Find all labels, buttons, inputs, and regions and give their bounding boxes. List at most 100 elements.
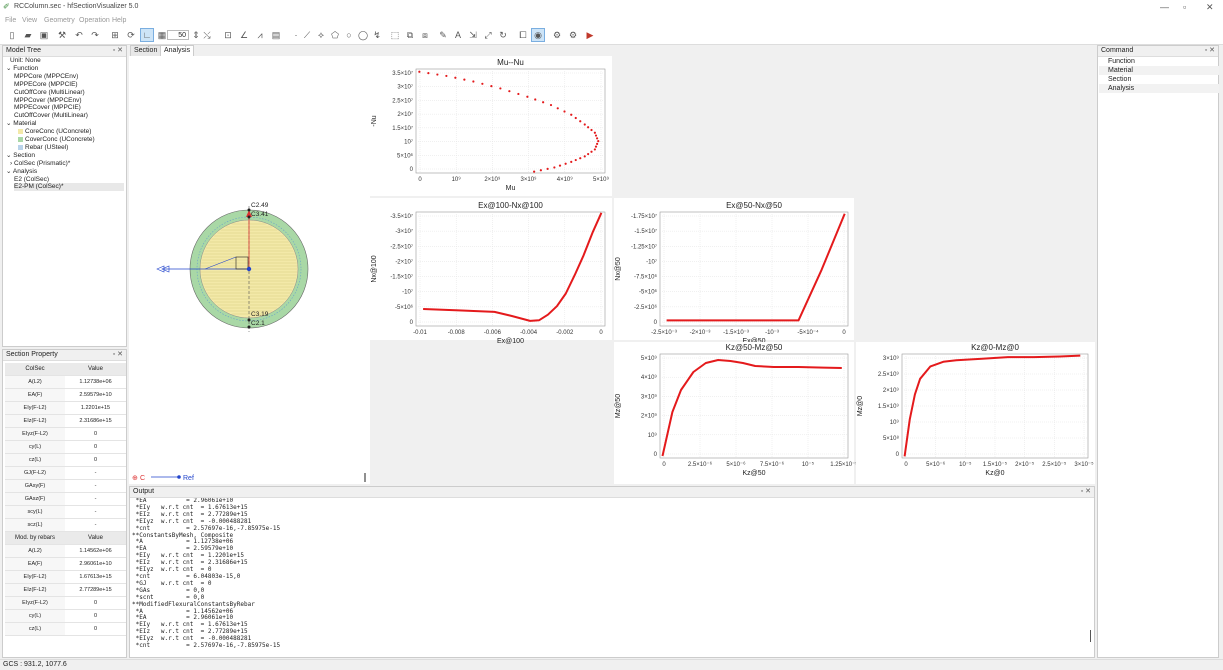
circle-icon[interactable]: ○ (343, 29, 355, 41)
path-icon[interactable]: ⟡ (315, 29, 327, 41)
menu-geometry[interactable]: Geometry (44, 17, 75, 24)
panel-controls-icon[interactable]: ▫ ✕ (1081, 487, 1091, 497)
save-icon[interactable]: ▣ (38, 29, 50, 41)
mirror-icon[interactable]: ⧈ (419, 29, 431, 41)
panel-controls-icon[interactable]: ▫ ✕ (1205, 46, 1215, 56)
property-value[interactable]: - (65, 505, 126, 519)
text-icon[interactable]: A (452, 29, 464, 41)
plot-4[interactable]: 0 5×10⁻⁶ 10⁻⁵ 1.5×10⁻⁵ 2×10⁻⁵ 2.5×10⁻⁵ 3×10⁻⁵0… (856, 342, 1095, 484)
new-file-icon[interactable]: ▯ (6, 29, 18, 41)
command-function[interactable]: Function (1099, 57, 1219, 66)
analysis-settings-icon[interactable]: ⚙ (567, 29, 579, 41)
mesh-icon[interactable]: ◉ (531, 28, 545, 42)
property-value[interactable]: 2.59579e+10 (65, 388, 126, 402)
tree-item[interactable]: E2-PM (ColSec)* (14, 183, 124, 192)
select-icon[interactable]: ⬚ (389, 29, 401, 41)
redo-icon[interactable]: ↷ (89, 29, 101, 41)
menu-file[interactable]: File (5, 17, 16, 24)
property-value[interactable]: 0 (65, 622, 126, 636)
polyline-icon[interactable]: ⩘ (254, 29, 266, 41)
tree-item[interactable]: ⌄ Analysis (6, 168, 37, 176)
plot-3[interactable]: 0 2.5×10⁻⁶ 5×10⁻⁶ 7.5×10⁻⁶ 10⁻⁵ 1.25×10⁻⁵010⁹… (614, 342, 858, 484)
property-value[interactable]: 2.77289e+15 (65, 583, 126, 597)
menu-operation[interactable]: Operation (79, 17, 110, 24)
property-value[interactable]: 1.14562e+06 (65, 544, 126, 558)
copy-icon[interactable]: ⧉ (404, 29, 416, 41)
tree-item[interactable]: CutOffCore (MultiLinear) (14, 89, 85, 97)
edit-icon[interactable]: ✎ (437, 29, 449, 41)
property-value[interactable]: Value (65, 363, 126, 376)
polygon-icon[interactable]: ⬠ (329, 29, 341, 41)
property-value[interactable]: 0 (65, 609, 126, 623)
axis-icon[interactable]: ∟ (140, 28, 154, 42)
property-value[interactable]: - (65, 479, 126, 493)
layers-icon[interactable]: ⧠ (517, 29, 529, 41)
tree-item[interactable]: Unit: None (10, 57, 41, 65)
property-value[interactable]: 1.2201e+15 (65, 401, 126, 415)
tree-item[interactable]: ⌄ Material (6, 120, 36, 128)
ring-icon[interactable]: ◯ (357, 29, 369, 41)
plot-0[interactable]: 0 10⁹ 2×10⁹ 3×10⁹ 4×10⁹ 5×10⁹05×10⁶10⁷1.5×10⁷… (370, 56, 612, 196)
rotate-icon[interactable]: ↻ (497, 29, 509, 41)
panel-controls-icon[interactable]: ▫ ✕ (113, 350, 123, 360)
open-file-icon[interactable]: ▰ (22, 29, 34, 41)
tools-icon[interactable]: ⚒ (56, 29, 68, 41)
plot-1[interactable]: -0.01 -0.008 -0.006 -0.004 -0.002 00-5×10⁶-10… (370, 198, 612, 345)
tree-item[interactable]: › ColSec (Prismatic)* (10, 160, 70, 168)
output-scrollbar[interactable] (1090, 630, 1091, 642)
data-point (590, 128, 593, 132)
property-value[interactable]: 0 (65, 427, 126, 441)
output-log[interactable]: *EA = 2.96061e+10 *EIy w.r.t cnt = 1.676… (132, 498, 1082, 657)
y-tick-label: -5×10⁶ (395, 304, 414, 311)
tree-item[interactable]: E2 (ColSec) (14, 176, 49, 184)
axis-toggle-icon[interactable]: ⤯ (201, 29, 213, 41)
refresh-icon[interactable]: ⟳ (125, 29, 137, 41)
tree-item[interactable]: CoreConc (UConcrete) (18, 128, 91, 136)
chart-icon[interactable]: ▤ (270, 29, 282, 41)
property-value[interactable]: 2.31686e+15 (65, 414, 126, 428)
panel-controls-icon[interactable]: ▫ ✕ (113, 46, 123, 56)
arc-icon[interactable]: ↯ (371, 29, 383, 41)
property-value[interactable]: 1.12738e+06 (65, 375, 126, 389)
minimize-icon[interactable]: — (1160, 2, 1169, 12)
property-value[interactable]: Value (65, 531, 126, 545)
property-value[interactable]: 1.67613e+15 (65, 570, 126, 584)
analysis-plots[interactable]: 0 10⁹ 2×10⁹ 3×10⁹ 4×10⁹ 5×10⁹05×10⁶10⁷1.5×10⁷… (370, 56, 1095, 484)
plot-2[interactable]: -2.5×10⁻³ -2×10⁻³ -1.5×10⁻³ -10⁻³ -5×10⁻⁴ 00-… (614, 198, 854, 345)
command-analysis[interactable]: Analysis (1099, 84, 1219, 93)
settings-icon[interactable]: ⚙ (551, 29, 563, 41)
undo-icon[interactable]: ↶ (73, 29, 85, 41)
tree-item[interactable]: MPPCover (MPPCEnv) (14, 97, 82, 105)
close-icon[interactable]: ✕ (1206, 2, 1214, 13)
menu-view[interactable]: View (22, 17, 37, 24)
tree-item[interactable]: CoverConc (UConcrete) (18, 136, 95, 144)
property-value[interactable]: - (65, 518, 126, 532)
resize-icon[interactable]: ⤢ (482, 29, 494, 41)
property-value[interactable]: 2.96061e+10 (65, 557, 126, 571)
property-value[interactable]: - (65, 492, 126, 506)
tree-item[interactable]: CutOffCover (MultiLinear) (14, 112, 88, 120)
command-section[interactable]: Section (1099, 75, 1219, 84)
grid-size-input[interactable]: 50 (167, 30, 189, 40)
tree-item[interactable]: MPPECore (MPPCIE) (14, 81, 78, 89)
tree-item[interactable]: Rebar (USteel) (18, 144, 68, 152)
property-value[interactable]: - (65, 466, 126, 480)
tree-item[interactable]: ⌄ Function (6, 65, 38, 73)
command-material[interactable]: Material (1099, 66, 1219, 75)
zoom-icon[interactable]: ⊡ (222, 29, 234, 41)
menu-help[interactable]: Help (112, 17, 126, 24)
tree-item[interactable]: ⌄ Section (6, 152, 35, 160)
run-icon[interactable]: ▶ (584, 29, 596, 41)
tree-item[interactable]: MPPECover (MPPCIE) (14, 104, 81, 112)
grid-snap-icon[interactable]: ⊞ (109, 29, 121, 41)
chevron-down-icon[interactable]: ⌄ (6, 168, 13, 175)
property-value[interactable]: 0 (65, 440, 126, 454)
section-canvas[interactable]: C2.49 C3.41 C3.19 C2.1 ⊕ C Ref (129, 56, 370, 484)
tree-item[interactable]: MPPCore (MPPCEnv) (14, 73, 78, 81)
move-icon[interactable]: ⇲ (467, 29, 479, 41)
angle-icon[interactable]: ∠ (238, 29, 250, 41)
line-icon[interactable]: ⟋ (301, 29, 313, 41)
maximize-icon[interactable]: ▫ (1183, 2, 1186, 12)
property-value[interactable]: 0 (65, 453, 126, 467)
property-value[interactable]: 0 (65, 596, 126, 610)
